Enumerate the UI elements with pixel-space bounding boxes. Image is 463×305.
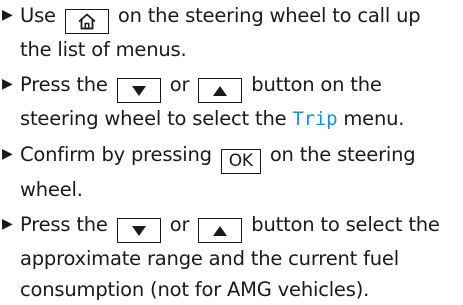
- ok-button-key: OK: [220, 149, 261, 174]
- instruction-step-2: ▶ Press the or button on the steering wh…: [0, 69, 463, 135]
- trip-menu-name: Trip: [292, 108, 338, 130]
- step-text: the list of menus.: [20, 38, 187, 61]
- home-button-key: [64, 9, 109, 34]
- up-arrow-icon: [213, 85, 228, 96]
- step-text: steering wheel to select the: [20, 107, 287, 130]
- up-button-key: [198, 78, 243, 103]
- step-text: on the steering wheel to call up: [117, 4, 421, 27]
- step-text: Use: [20, 4, 56, 27]
- bullet-triangle-icon: ▶: [2, 146, 13, 162]
- step-text: consumption (not for AMG vehicles).: [20, 278, 370, 301]
- step-text: Press the: [20, 213, 108, 236]
- step-text: button on the: [251, 73, 382, 96]
- instruction-step-1: ▶ Use on the steering wheel to call up t…: [0, 0, 463, 65]
- bullet-triangle-icon: ▶: [2, 7, 13, 23]
- instruction-list: ▶ Use on the steering wheel to call up t…: [0, 0, 463, 305]
- instruction-step-3: ▶ Confirm by pressing OK on the steering…: [0, 139, 463, 205]
- step-text: approximate range and the current fuel: [20, 247, 399, 270]
- down-button-key: [116, 218, 161, 243]
- step-text: menu.: [343, 107, 405, 130]
- up-arrow-icon: [213, 225, 228, 236]
- home-icon: [78, 13, 96, 30]
- down-arrow-icon: [131, 225, 146, 236]
- step-text: or: [169, 73, 190, 96]
- step-text: button to select the: [251, 213, 440, 236]
- step-text: Confirm by pressing: [20, 143, 212, 166]
- step-text: or: [169, 213, 190, 236]
- step-text: wheel.: [20, 178, 83, 201]
- down-button-key: [116, 78, 161, 103]
- down-arrow-icon: [131, 85, 146, 96]
- bullet-triangle-icon: ▶: [2, 76, 13, 92]
- bullet-triangle-icon: ▶: [2, 216, 13, 232]
- up-button-key: [198, 218, 243, 243]
- step-text: on the steering: [269, 143, 416, 166]
- step-text: Press the: [20, 73, 108, 96]
